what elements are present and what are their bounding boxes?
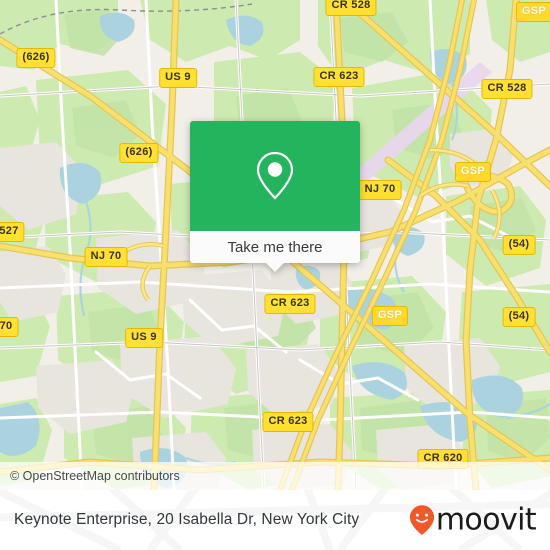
road-shield: US 9 xyxy=(125,328,163,348)
take-me-there-button[interactable]: Take me there xyxy=(190,231,360,263)
map-screenshot-root: CR 528 GSP (626) US 9 CR 623 CR 528 (626) GSP NJ… xyxy=(0,0,550,550)
road-shield: NJ 70 xyxy=(84,247,128,267)
road-shield: CR 528 xyxy=(325,0,377,16)
osm-attribution-text: © OpenStreetMap contributors xyxy=(10,469,180,483)
location-pin-icon xyxy=(256,151,294,200)
road-shield: GSP xyxy=(515,2,550,22)
moovit-wordmark: moovit xyxy=(435,502,537,537)
road-shield: CR 623 xyxy=(264,294,316,314)
map-canvas[interactable]: CR 528 GSP (626) US 9 CR 623 CR 528 (626) GSP NJ… xyxy=(0,0,550,490)
road-shield: (626) xyxy=(119,143,159,163)
road-shield: (626) xyxy=(16,48,56,68)
road-shield: (54) xyxy=(502,307,536,327)
place-address-text: Keynote Enterprise, 20 Isabella Dr, New … xyxy=(14,511,360,528)
road-shield: (54) xyxy=(502,235,536,255)
map-attribution-bar: © OpenStreetMap contributors xyxy=(0,462,550,490)
take-me-there-label: Take me there xyxy=(227,238,323,256)
road-shield: US 9 xyxy=(159,68,197,88)
moovit-logo[interactable]: moovit xyxy=(409,502,537,537)
footer-bar: Keynote Enterprise, 20 Isabella Dr, New … xyxy=(0,490,550,550)
road-shield: GSP xyxy=(371,306,409,326)
road-shield: CR 528 xyxy=(481,79,533,99)
popup-header xyxy=(190,121,360,231)
popup-pointer-tail xyxy=(264,261,286,272)
moovit-pin-icon xyxy=(409,505,434,535)
location-popup-card[interactable]: Take me there xyxy=(190,121,360,272)
road-shield: 527 xyxy=(0,222,25,242)
road-shield: GSP xyxy=(454,162,492,182)
road-shield: CR 623 xyxy=(313,67,365,87)
road-shield: 70 xyxy=(0,317,19,337)
road-shield: CR 623 xyxy=(262,412,314,432)
road-shield: NJ 70 xyxy=(358,180,402,200)
